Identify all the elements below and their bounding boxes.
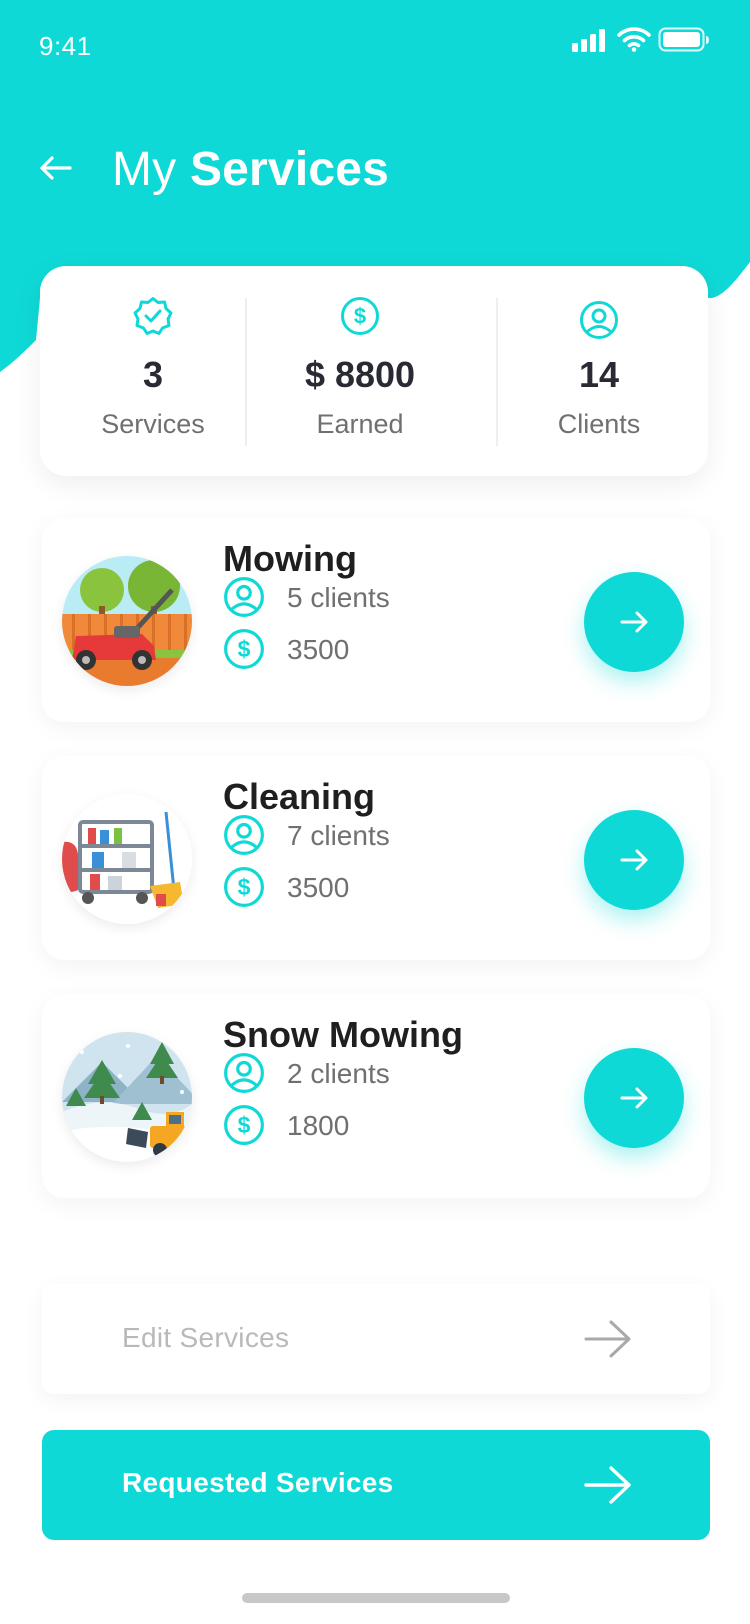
home-indicator[interactable] xyxy=(242,1593,510,1603)
page-title: My Services xyxy=(112,142,389,197)
stat-services-label: Services xyxy=(101,409,205,439)
service-name: Snow Mowing xyxy=(223,1014,463,1055)
dollar-circle-icon: $ xyxy=(341,297,379,335)
svg-text:$: $ xyxy=(238,1112,251,1138)
service-clients: 5 clients xyxy=(287,582,390,613)
user-circle-icon xyxy=(580,301,618,339)
user-circle-icon xyxy=(224,815,264,855)
stat-clients: 14 Clients xyxy=(488,266,710,476)
stat-divider xyxy=(245,298,247,446)
arrow-right-icon xyxy=(620,611,648,633)
requested-services-label: Requested Services xyxy=(122,1467,394,1498)
service-clients: 7 clients xyxy=(287,820,390,851)
stat-earned-value: $ 8800 xyxy=(304,354,416,395)
verified-badge-icon xyxy=(133,297,173,335)
stats-summary-card: 3 Services $ $ 8800 Earned 14 Clients xyxy=(40,266,708,476)
wifi-icon xyxy=(617,27,651,52)
user-circle-icon xyxy=(224,577,264,617)
svg-text:$: $ xyxy=(354,304,366,329)
service-name: Cleaning xyxy=(223,776,376,817)
open-service-button[interactable] xyxy=(584,1048,684,1148)
edit-services-label: Edit Services xyxy=(122,1322,290,1353)
title-bar: My Services xyxy=(0,130,750,210)
snow-plow-illustration xyxy=(62,1032,192,1162)
user-circle-icon xyxy=(224,1053,264,1093)
status-bar: 9:41 xyxy=(0,0,750,90)
page-title-bold: Services xyxy=(189,143,390,196)
stat-services: 3 Services xyxy=(40,266,266,476)
service-earnings: 3500 xyxy=(287,634,350,665)
service-clients: 2 clients xyxy=(287,1058,390,1089)
stat-services-value: 3 xyxy=(142,354,164,395)
service-card[interactable]: Mowing 5 clients $ 3500 xyxy=(42,518,710,722)
stat-earned: $ $ 8800 Earned xyxy=(248,266,472,476)
service-earnings: 1800 xyxy=(287,1110,350,1141)
arrow-right-icon xyxy=(620,849,648,871)
dollar-circle-icon: $ xyxy=(224,629,264,669)
arrow-right-icon xyxy=(584,1320,631,1358)
requested-services-button[interactable]: Requested Services xyxy=(42,1430,710,1540)
service-earnings: 3500 xyxy=(287,872,350,903)
stat-clients-value: 14 xyxy=(578,354,620,395)
battery-icon xyxy=(658,27,709,52)
service-card[interactable]: Snow Mowing 2 clients $ 1800 xyxy=(42,994,710,1198)
dollar-circle-icon: $ xyxy=(224,867,264,907)
edit-services-button[interactable]: Edit Services xyxy=(42,1284,710,1394)
page-title-light: My xyxy=(112,143,177,196)
arrow-right-icon xyxy=(584,1466,631,1504)
stat-earned-label: Earned xyxy=(316,409,404,439)
open-service-button[interactable] xyxy=(584,572,684,672)
status-time: 9:41 xyxy=(39,31,92,61)
cleaning-cart-illustration xyxy=(62,794,192,924)
arrow-right-icon xyxy=(620,1087,648,1109)
svg-text:$: $ xyxy=(238,874,251,900)
stat-clients-label: Clients xyxy=(557,409,641,439)
dollar-circle-icon: $ xyxy=(224,1105,264,1145)
service-card[interactable]: Cleaning 7 clients $ 3500 xyxy=(42,756,710,960)
open-service-button[interactable] xyxy=(584,810,684,910)
service-name: Mowing xyxy=(223,538,357,579)
svg-text:$: $ xyxy=(238,636,251,662)
back-arrow-icon[interactable] xyxy=(36,148,76,188)
cellular-signal-icon xyxy=(572,29,605,52)
lawn-mower-illustration xyxy=(62,556,192,686)
